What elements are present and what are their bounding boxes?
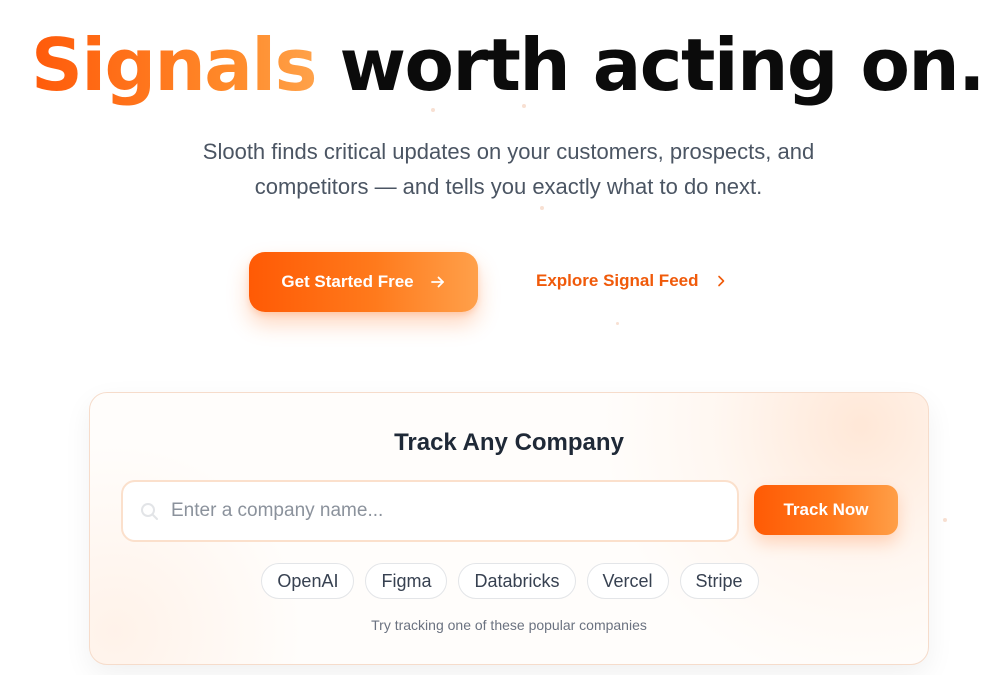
landing-page: Signals worth acting on. Slooth finds cr… (0, 0, 995, 675)
arrow-right-icon (430, 276, 444, 288)
get-started-label: Get Started Free (281, 272, 414, 291)
company-chip-databricks[interactable]: Databricks (458, 563, 576, 599)
company-search-box[interactable] (121, 480, 739, 542)
hero-title-accent: Signals (30, 23, 317, 107)
suggestion-hint: Try tracking one of these popular compan… (371, 617, 647, 633)
get-started-button[interactable]: Get Started Free (249, 252, 478, 312)
track-company-card: Track Any Company Track Now OpenAI Figma… (89, 392, 929, 665)
company-chip-openai[interactable]: OpenAI (261, 563, 355, 599)
decorative-dot (431, 108, 435, 112)
track-company-title: Track Any Company (394, 429, 624, 456)
company-chip-figma[interactable]: Figma (365, 563, 448, 599)
track-now-button[interactable]: Track Now (754, 485, 898, 535)
hero-subtitle: Slooth finds critical updates on your cu… (202, 139, 815, 199)
company-chip-vercel[interactable]: Vercel (586, 563, 669, 599)
explore-signal-feed-label: Explore Signal Feed (536, 271, 699, 290)
search-icon (141, 503, 158, 520)
hero-title: Signals worth acting on. (0, 22, 995, 108)
company-search-input[interactable] (171, 482, 731, 540)
chevron-right-icon (717, 275, 724, 287)
decorative-dot (616, 322, 619, 325)
decorative-dot (943, 518, 947, 522)
decorative-dot (540, 206, 544, 210)
hero-title-rest: worth acting on. (315, 23, 985, 107)
suggested-companies: OpenAI Figma Databricks Vercel Stripe (90, 563, 928, 599)
explore-signal-feed-link[interactable]: Explore Signal Feed (536, 266, 727, 296)
company-chip-stripe[interactable]: Stripe (679, 563, 759, 599)
